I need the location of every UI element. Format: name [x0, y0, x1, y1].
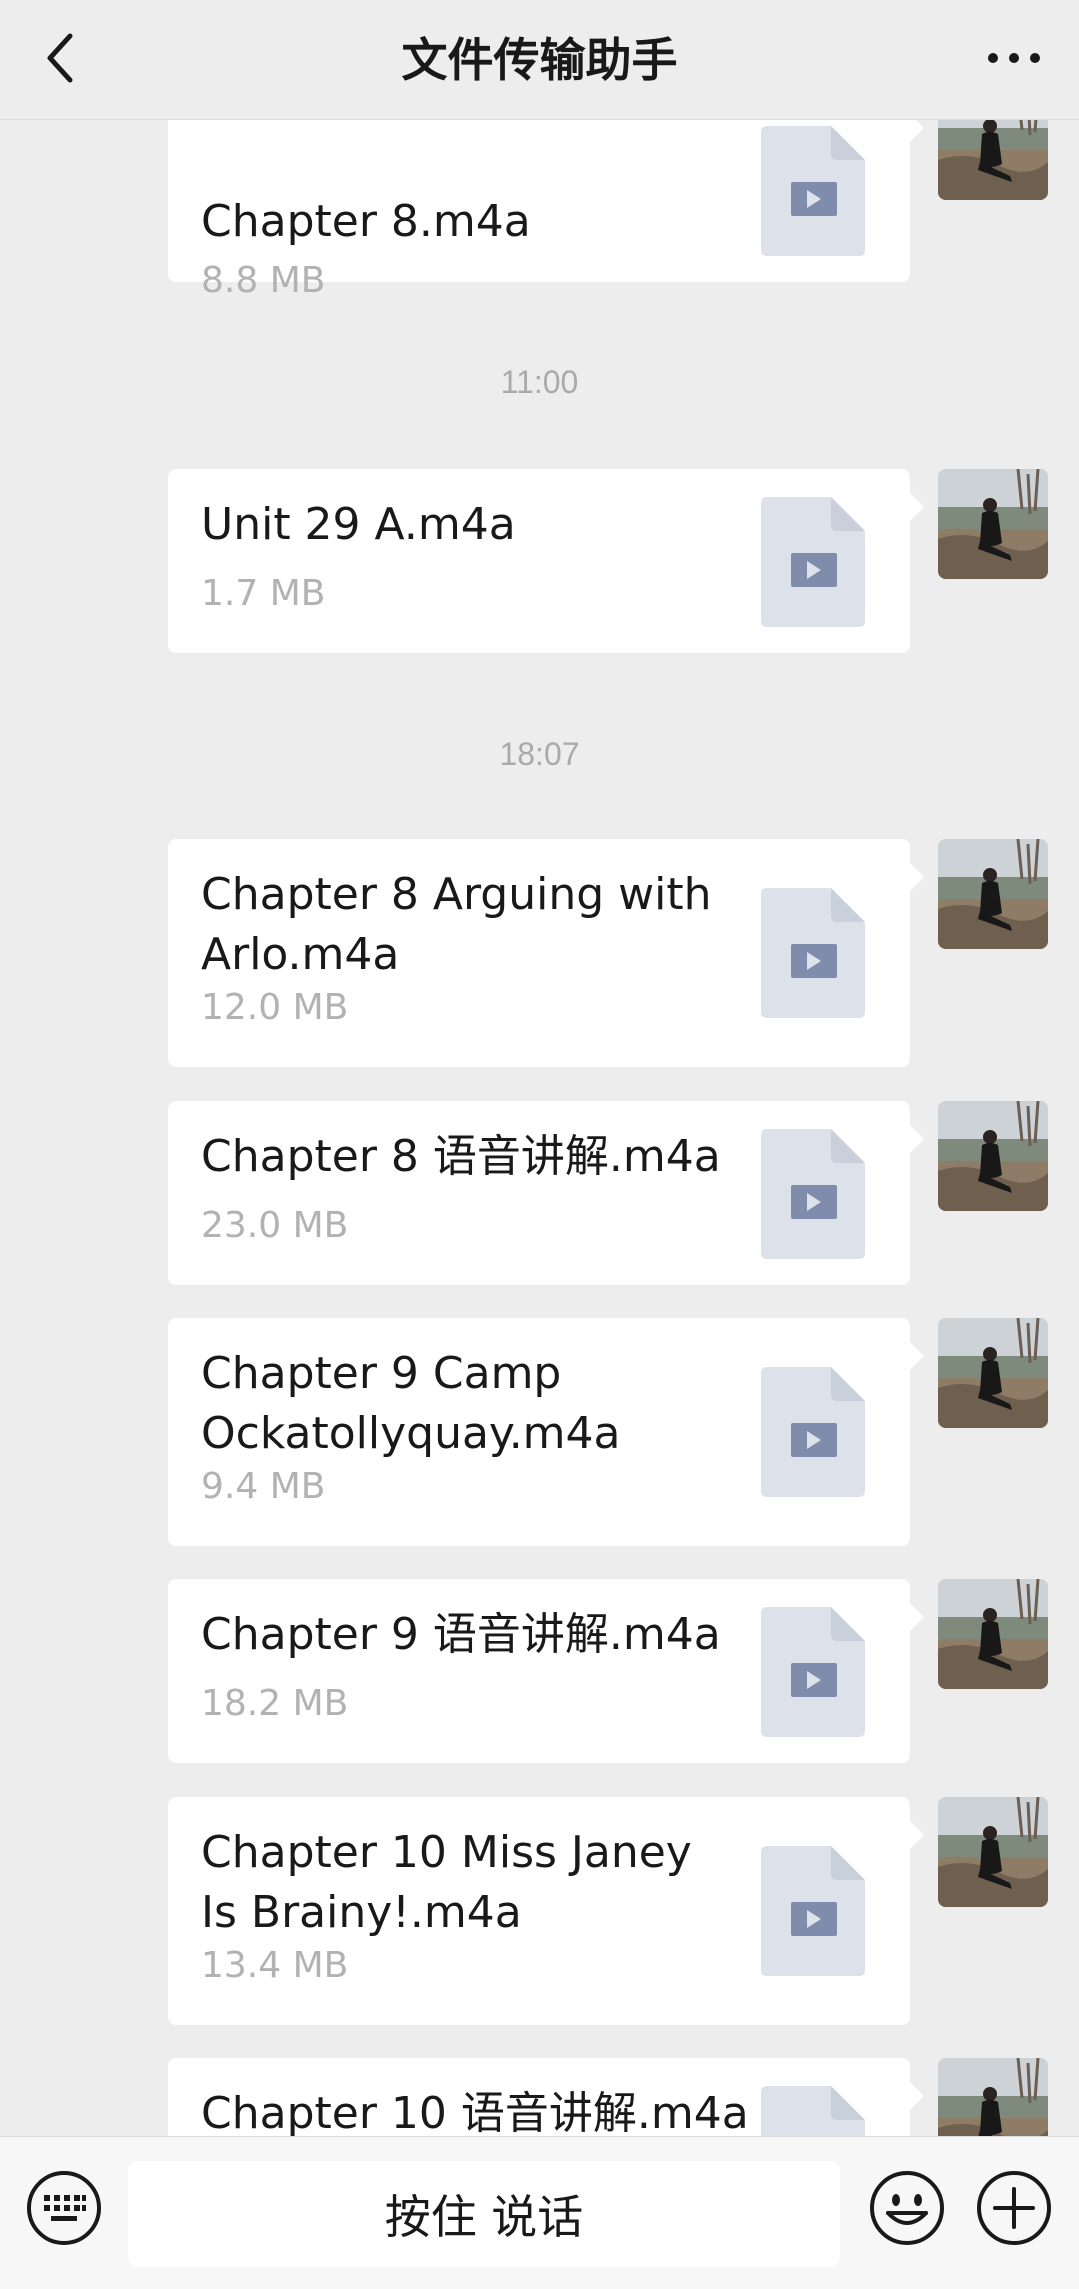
plus-icon[interactable] — [975, 2169, 1053, 2247]
file-name: Chapter 10 语音讲解.m4a — [201, 2088, 749, 2136]
avatar[interactable] — [938, 1797, 1048, 1907]
ellipsis-icon[interactable] — [979, 28, 1049, 88]
file-name: Chapter 8.m4a — [201, 196, 531, 247]
audio-file-icon — [761, 1367, 865, 1497]
file-size: 9.4 MB — [201, 1466, 326, 1507]
file-message-bubble[interactable]: Chapter 9 Camp Ockatollyquay.m4a 9.4 MB — [168, 1318, 924, 1546]
file-size: 8.8 MB — [201, 260, 326, 301]
file-size: 12.0 MB — [201, 987, 349, 1028]
file-name: Chapter 10 Miss Janey Is Brainy!.m4a — [201, 1827, 692, 1938]
file-message-bubble[interactable]: Chapter 10 语音讲解.m4a — [168, 2058, 924, 2136]
audio-file-icon — [761, 888, 865, 1018]
file-size: 23.0 MB — [201, 1205, 349, 1246]
file-message-bubble[interactable]: Chapter 8.m4a 8.8 MB — [168, 120, 924, 301]
file-message-bubble[interactable]: Chapter 9 语音讲解.m4a 18.2 MB — [168, 1579, 924, 1763]
audio-file-icon — [761, 126, 865, 256]
top-bar: 文件传输助手 — [0, 0, 1079, 120]
file-message-bubble[interactable]: Unit 29 A.m4a 1.7 MB — [168, 469, 924, 653]
avatar[interactable] — [938, 1101, 1048, 1211]
file-message-bubble[interactable]: Chapter 8 Arguing with Arlo.m4a 12.0 MB — [168, 839, 924, 1067]
chat-message-list[interactable]: Chapter 8.m4a 8.8 MB 11:00 Unit 29 A.m4a… — [0, 120, 1079, 2136]
avatar[interactable] — [938, 1579, 1048, 1689]
emoji-icon[interactable] — [868, 2169, 946, 2247]
file-name: Unit 29 A.m4a — [201, 499, 516, 550]
avatar[interactable] — [938, 1318, 1048, 1428]
file-name: Chapter 9 语音讲解.m4a — [201, 1609, 721, 1660]
file-size: 1.7 MB — [201, 573, 326, 614]
avatar[interactable] — [938, 120, 1048, 200]
audio-file-icon — [761, 1846, 865, 1976]
keyboard-icon[interactable] — [25, 2169, 103, 2247]
file-name: Chapter 9 Camp Ockatollyquay.m4a — [201, 1348, 621, 1459]
chat-title: 文件传输助手 — [401, 33, 678, 87]
timestamp: 18:07 — [499, 736, 580, 772]
file-message-bubble[interactable]: Chapter 8 语音讲解.m4a 23.0 MB — [168, 1101, 924, 1285]
file-name: Chapter 8 语音讲解.m4a — [201, 1131, 721, 1182]
audio-file-icon — [761, 2086, 865, 2136]
audio-file-icon — [761, 1129, 865, 1259]
input-bar: 按住 说话 — [0, 2136, 1079, 2289]
avatar[interactable] — [938, 839, 1048, 949]
avatar[interactable] — [938, 2058, 1048, 2136]
file-size: 18.2 MB — [201, 1683, 349, 1724]
audio-file-icon — [761, 497, 865, 627]
audio-file-icon — [761, 1607, 865, 1737]
avatar[interactable] — [938, 469, 1048, 579]
file-size: 13.4 MB — [201, 1945, 349, 1986]
hold-to-talk-button[interactable]: 按住 说话 — [128, 2161, 840, 2267]
file-name: Chapter 8 Arguing with Arlo.m4a — [201, 869, 712, 980]
timestamp: 11:00 — [500, 364, 579, 400]
file-message-bubble[interactable]: Chapter 10 Miss Janey Is Brainy!.m4a 13.… — [168, 1797, 924, 2025]
